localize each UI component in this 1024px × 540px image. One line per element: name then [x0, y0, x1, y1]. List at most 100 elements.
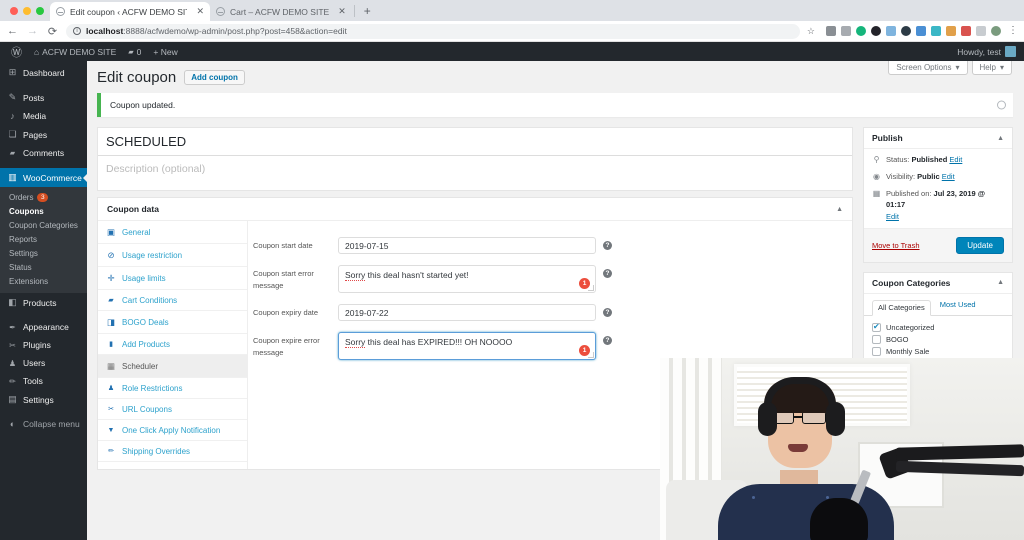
forward-button[interactable]: → [26, 25, 39, 37]
address-bar[interactable]: i localhost:8888/acfwdemo/wp-admin/post.… [66, 23, 800, 39]
category-uncategorized[interactable]: Uncategorized [872, 322, 1004, 334]
sidebar-item-plugins[interactable]: ✂ Plugins [0, 336, 87, 354]
tab-url-coupons[interactable]: ✂ URL Coupons [98, 399, 247, 420]
comments-menu[interactable]: ▰ 0 [122, 42, 147, 61]
coupon-start-error-textarea[interactable]: Sorry this deal hasn't started yet! 1 [338, 265, 596, 293]
help-button[interactable]: Help ▾ [971, 61, 1012, 75]
sidebar-item-products[interactable]: ◧ Products [0, 293, 87, 312]
edit-status-link[interactable]: Edit [949, 155, 962, 164]
resize-handle[interactable] [588, 285, 594, 291]
checkbox[interactable] [872, 347, 881, 357]
sidebar-item-coupons[interactable]: Coupons [0, 204, 87, 218]
sidebar-item-extensions[interactable]: Extensions [0, 274, 87, 288]
sidebar-item-woocommerce[interactable]: ▥ WooCommerce [0, 168, 87, 187]
tab-close-icon[interactable]: ✕ [192, 6, 204, 17]
new-tab-button[interactable]: + [357, 2, 378, 21]
move-to-trash-link[interactable]: Move to Trash [872, 241, 920, 250]
chevron-up-icon[interactable]: ▲ [836, 206, 843, 213]
sidebar-item-settings-main[interactable]: ▤ Settings [0, 390, 87, 409]
browser-tab-cart[interactable]: Cart – ACFW DEMO SITE ✕ [210, 2, 352, 21]
status-label: Status: [886, 155, 910, 164]
browser-menu-icon[interactable]: ⋮ [1008, 26, 1018, 36]
coupon-code-input[interactable]: SCHEDULED [98, 128, 852, 156]
close-window-button[interactable] [10, 6, 18, 15]
edit-date-link[interactable]: Edit [886, 212, 899, 221]
coupon-start-date-input[interactable]: 2019-07-15 [338, 237, 596, 254]
sidebar-item-dashboard[interactable]: ⊞ Dashboard [0, 63, 87, 82]
tab-general[interactable]: ▣ General [98, 221, 247, 244]
extension-icon[interactable] [826, 26, 836, 36]
tab-all-categories[interactable]: All Categories [872, 299, 931, 316]
extension-icon[interactable] [871, 26, 881, 36]
bookmark-star-icon[interactable]: ☆ [807, 26, 815, 37]
tab-scheduler[interactable]: ▦ Scheduler [98, 355, 247, 378]
chevron-up-icon[interactable]: ▲ [997, 135, 1004, 142]
tab-add-products[interactable]: ▮ Add Products [98, 334, 247, 355]
tab-one-click-apply-notification[interactable]: ▼ One Click Apply Notification [98, 420, 247, 441]
extension-icon-row [822, 26, 1001, 36]
extension-icon[interactable] [961, 26, 971, 36]
tab-role-restrictions[interactable]: ♟ Role Restrictions [98, 378, 247, 399]
sidebar-item-comments[interactable]: ▰ Comments [0, 144, 87, 162]
tab-close-icon[interactable]: ✕ [334, 6, 346, 17]
tab-shipping-overrides[interactable]: ✏ Shipping Overrides [98, 441, 247, 462]
sidebar-item-settings[interactable]: Settings [0, 246, 87, 260]
sidebar-item-orders[interactable]: Orders 3 [0, 190, 87, 204]
checkbox[interactable] [872, 322, 881, 333]
tab-usage-restriction[interactable]: ⊘ Usage restriction [98, 244, 247, 267]
site-name-menu[interactable]: ⌂ ACFW DEMO SITE [28, 42, 122, 61]
sidebar-item-coupon-categories[interactable]: Coupon Categories [0, 218, 87, 232]
category-bogo[interactable]: BOGO [872, 334, 1004, 346]
extension-icon[interactable] [931, 26, 941, 36]
extension-icon[interactable] [901, 26, 911, 36]
checkbox[interactable] [872, 335, 881, 345]
maximize-window-button[interactable] [36, 6, 44, 15]
help-tip-icon[interactable]: ? [603, 269, 612, 278]
resize-handle[interactable] [588, 352, 594, 358]
notice-dismiss-icon[interactable] [997, 100, 1006, 110]
coupon-expiry-date-input[interactable]: 2019-07-22 [338, 304, 596, 321]
browser-tab-edit-coupon[interactable]: Edit coupon ‹ ACFW DEMO SIT ✕ [50, 2, 210, 21]
profile-avatar-icon[interactable] [991, 26, 1001, 36]
extension-icon[interactable] [841, 26, 851, 36]
help-tip-icon[interactable]: ? [603, 336, 612, 345]
tab-most-used[interactable]: Most Used [940, 300, 976, 315]
new-content-menu[interactable]: + New [147, 42, 183, 61]
extension-icon[interactable] [976, 26, 986, 36]
back-button[interactable]: ← [6, 25, 19, 37]
edit-visibility-link[interactable]: Edit [942, 172, 955, 181]
reload-button[interactable]: ⟳ [46, 25, 59, 38]
help-tip-icon[interactable]: ? [603, 308, 612, 317]
sidebar-item-collapse-menu[interactable]: ◐ Collapse menu [0, 415, 87, 433]
coupon-description-input[interactable]: Description (optional) [98, 156, 852, 190]
sidebar-item-appearance[interactable]: ✒ Appearance [0, 318, 87, 336]
sidebar-item-media[interactable]: ♪ Media [0, 107, 87, 125]
sidebar-item-tools[interactable]: ✏ Tools [0, 372, 87, 390]
chevron-up-icon[interactable]: ▲ [997, 279, 1004, 286]
coupon-expire-error-textarea[interactable]: Sorry this deal has EXPIRED!!! OH NOOOO … [338, 332, 596, 360]
screen-options-button[interactable]: Screen Options ▾ [888, 61, 968, 75]
extension-icon[interactable] [916, 26, 926, 36]
sidebar-item-reports[interactable]: Reports [0, 232, 87, 246]
sidebar-item-posts[interactable]: ✎ Posts [0, 88, 87, 107]
category-monthly-sale[interactable]: Monthly Sale [872, 346, 1004, 358]
extension-icon[interactable] [886, 26, 896, 36]
update-button[interactable]: Update [956, 236, 1004, 254]
add-coupon-button[interactable]: Add coupon [184, 70, 245, 85]
help-tip-icon[interactable]: ? [603, 241, 612, 250]
sidebar-item-users[interactable]: ♟ Users [0, 354, 87, 372]
sidebar-item-status[interactable]: Status [0, 260, 87, 274]
sidebar-item-pages[interactable]: ❏ Pages [0, 125, 87, 144]
extension-icon[interactable] [856, 26, 866, 36]
extension-icon[interactable] [946, 26, 956, 36]
howdy-menu[interactable]: Howdy, test [957, 46, 1024, 57]
publish-header: Publish ▲ [864, 128, 1012, 149]
tab-cart-conditions[interactable]: ▰ Cart Conditions [98, 290, 247, 311]
tab-bogo-deals[interactable]: ◨ BOGO Deals [98, 311, 247, 334]
site-info-icon[interactable]: i [73, 27, 81, 35]
wordpress-logo-icon[interactable]: Ⓦ [5, 42, 28, 61]
minimize-window-button[interactable] [23, 6, 31, 15]
link-icon: ✂ [108, 406, 114, 413]
tab-usage-limits[interactable]: ✛ Usage limits [98, 267, 247, 290]
field-label: Coupon expiry date [253, 308, 319, 317]
